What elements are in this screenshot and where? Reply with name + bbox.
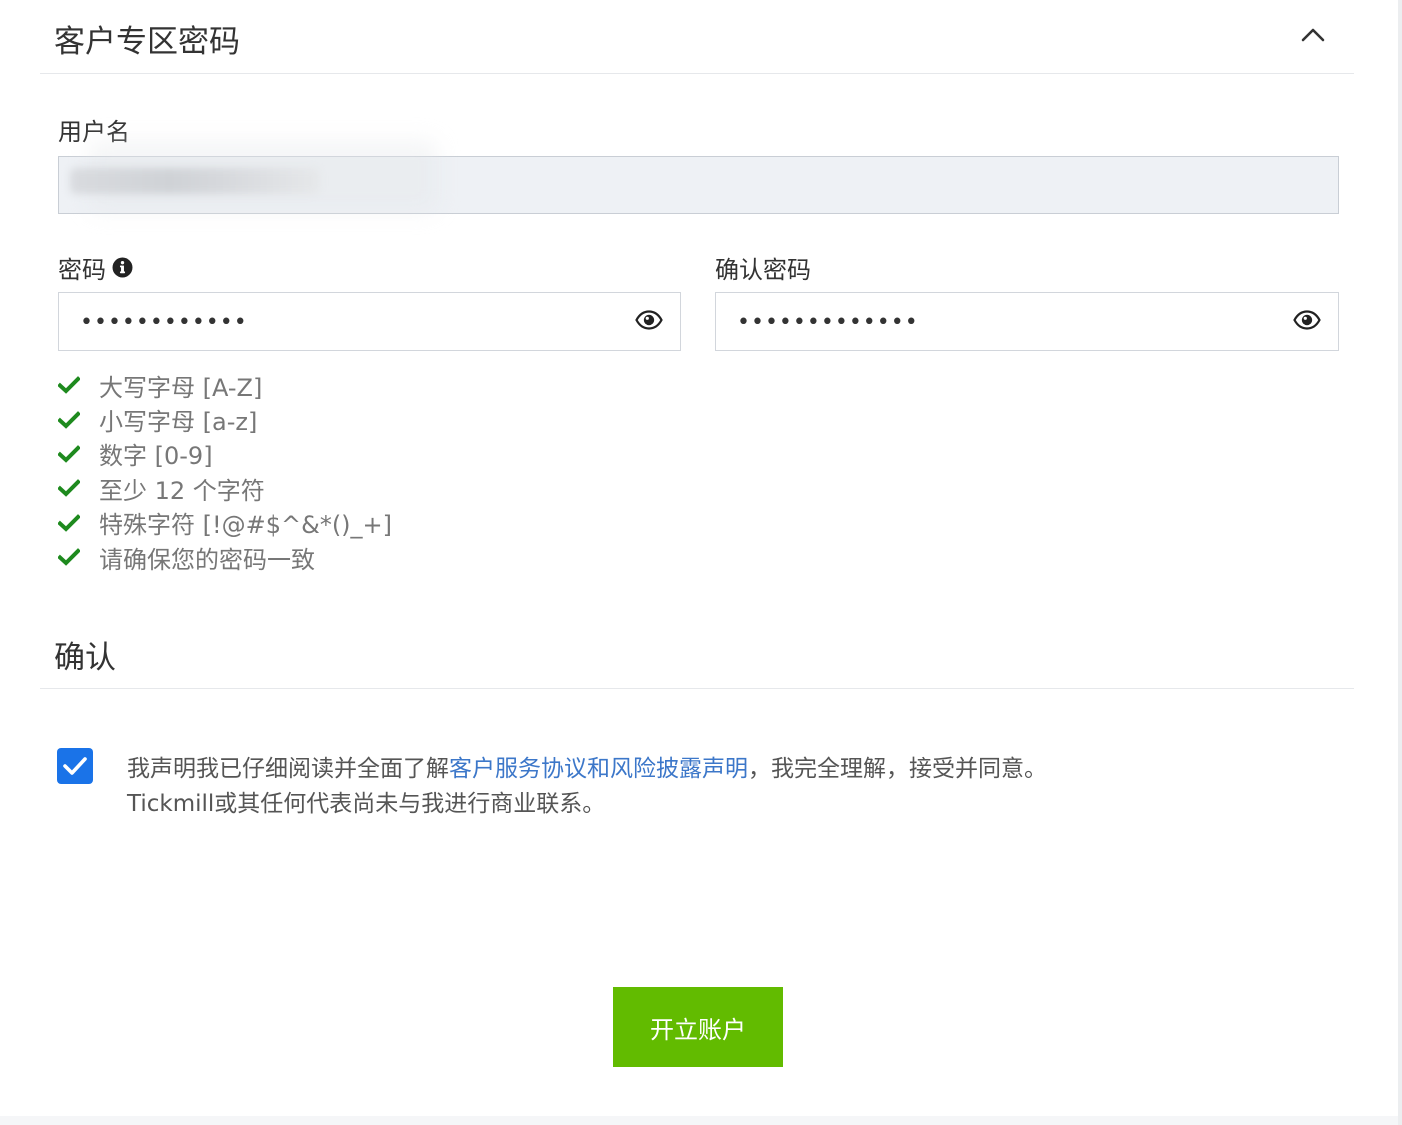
confirm-password-label-text: 确认密码 xyxy=(715,256,811,284)
password-value: •••••••••••• xyxy=(80,310,248,335)
password-section-header: 客户专区密码 xyxy=(40,0,1354,74)
password-label: 密码 xyxy=(58,250,133,285)
chevron-up-icon xyxy=(1301,28,1325,42)
check-icon xyxy=(58,410,80,429)
consent-text-line2: Tickmill或其任何代表尚未与我进行商业联系。 xyxy=(127,791,606,817)
password-rule-item: 至少 12 个字符 xyxy=(58,471,392,505)
password-label-text: 密码 xyxy=(58,256,106,284)
eye-icon xyxy=(1293,310,1321,330)
section-title: 确认 xyxy=(54,640,116,676)
rule-text: 小写字母 [a-z] xyxy=(99,408,258,437)
rule-text: 特殊字符 [!@#$^&*()_+] xyxy=(99,511,393,540)
section-title: 客户专区密码 xyxy=(54,24,240,60)
consent-text-after: ，我完全理解，接受并同意。 xyxy=(748,756,1047,782)
confirm-password-value: ••••••••••••• xyxy=(737,310,919,335)
confirm-password-label: 确认密码 xyxy=(715,250,811,285)
consent-text: 我声明我已仔细阅读并全面了解客户服务协议和风险披露声明，我完全理解，接受并同意。… xyxy=(127,752,1227,822)
check-icon xyxy=(58,376,80,394)
check-icon xyxy=(58,548,80,566)
consent-text-before: 我声明我已仔细阅读并全面了解 xyxy=(127,756,449,782)
password-rules-list: 大写字母 [A-Z] 小写字母 [a-z] 数字 [0-9] 至少 12 个字符… xyxy=(58,368,392,574)
consent-checkbox[interactable] xyxy=(57,748,93,784)
redacted-username xyxy=(70,168,320,194)
password-rule-item: 大写字母 [A-Z] xyxy=(58,368,392,402)
toggle-password-visibility[interactable] xyxy=(634,309,664,331)
check-icon xyxy=(58,445,80,463)
checkmark-icon xyxy=(63,757,87,775)
rule-text: 大写字母 [A-Z] xyxy=(99,373,263,402)
agreement-link[interactable]: 客户服务协议和风险披露声明 xyxy=(449,756,748,782)
rule-text: 数字 [0-9] xyxy=(99,442,213,471)
rule-text: 至少 12 个字符 xyxy=(99,476,265,505)
check-icon xyxy=(58,513,80,532)
password-rule-item: 请确保您的密码一致 xyxy=(58,540,392,574)
password-rule-item: 数字 [0-9] xyxy=(58,437,392,471)
rule-text: 请确保您的密码一致 xyxy=(99,545,315,574)
open-account-button[interactable]: 开立账户 xyxy=(613,987,783,1067)
collapse-button[interactable] xyxy=(1300,22,1326,48)
confirm-section-header: 确认 xyxy=(40,600,1354,689)
registration-card: 客户专区密码 用户名 密码 •••••••••••• 确认密码 ••••••••… xyxy=(0,0,1398,1116)
toggle-confirm-password-visibility[interactable] xyxy=(1292,309,1322,331)
eye-icon xyxy=(635,310,663,330)
info-icon[interactable] xyxy=(112,257,133,278)
password-rule-item: 特殊字符 [!@#$^&*()_+] xyxy=(58,506,392,540)
password-rule-item: 小写字母 [a-z] xyxy=(58,402,392,436)
page-edge xyxy=(1398,0,1402,1125)
check-icon xyxy=(58,479,80,498)
